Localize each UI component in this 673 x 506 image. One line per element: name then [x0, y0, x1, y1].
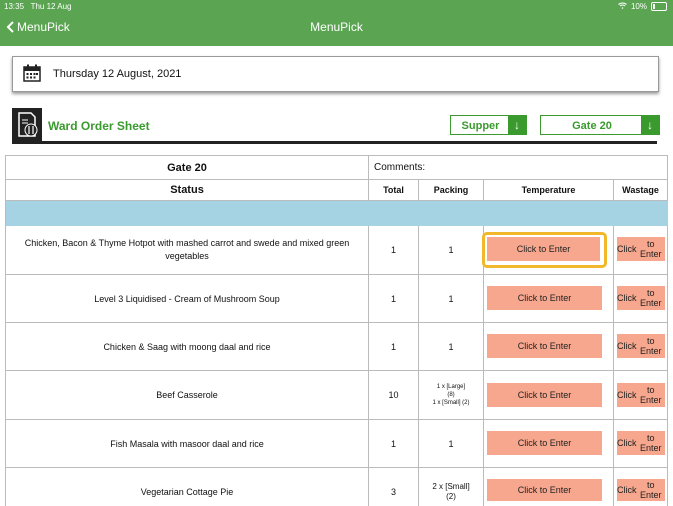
- page-title: MenuPick: [310, 20, 363, 34]
- temperature-button[interactable]: Click to Enter: [487, 383, 602, 407]
- table-row: Chicken, Bacon & Thyme Hotpot with mashe…: [5, 226, 668, 275]
- temperature-button[interactable]: Click to Enter: [487, 286, 602, 310]
- comments-label: Comments:: [369, 156, 668, 179]
- ward-value: Gate 20: [572, 120, 612, 132]
- wastage-button[interactable]: Click to Enter: [617, 431, 665, 455]
- sheet-title: Ward Order Sheet: [48, 119, 150, 133]
- table-row: Level 3 Liquidised - Cream of Mushroom S…: [5, 275, 668, 323]
- item-packing: 1: [419, 323, 484, 370]
- status-header: Status: [5, 180, 369, 200]
- date-selector[interactable]: Thursday 12 August, 2021: [12, 56, 659, 92]
- table-row: Fish Masala with masoor daal and rice 1 …: [5, 420, 668, 468]
- status-date: Thu 12 Aug: [30, 2, 72, 11]
- calendar-icon: [23, 64, 41, 82]
- category-band: [5, 201, 668, 226]
- meal-dropdown[interactable]: Supper ↓: [450, 115, 527, 135]
- top-bar: 13:35 Thu 12 Aug 10% MenuPick MenuPick: [0, 0, 673, 46]
- arrow-down-icon: ↓: [508, 116, 526, 134]
- header-divider: [12, 141, 657, 144]
- meal-value: Supper: [461, 120, 500, 132]
- sheet-header: Ward Order Sheet Supper ↓ Gate 20 ↓: [12, 108, 660, 144]
- item-name: Beef Casserole: [5, 371, 369, 419]
- ward-dropdown[interactable]: Gate 20 ↓: [540, 115, 660, 135]
- status-time: 13:35: [4, 2, 25, 11]
- temperature-button[interactable]: Click to Enter: [487, 237, 600, 261]
- wastage-button[interactable]: Click to Enter: [617, 286, 665, 310]
- wifi-icon: [618, 2, 627, 11]
- item-packing: 2 x [Small] (2): [419, 468, 484, 506]
- item-name: Vegetarian Cottage Pie: [5, 468, 369, 506]
- item-name: Chicken & Saag with moong daal and rice: [5, 323, 369, 370]
- wastage-header: Wastage: [614, 180, 668, 200]
- order-table: Gate 20 Comments: Status Total Packing T…: [5, 155, 668, 506]
- ward-header: Gate 20: [5, 156, 369, 179]
- total-header: Total: [369, 180, 419, 200]
- item-total: 10: [369, 371, 419, 419]
- item-total: 1: [369, 226, 419, 274]
- temperature-button[interactable]: Click to Enter: [487, 431, 602, 455]
- item-total: 1: [369, 323, 419, 370]
- temperature-button[interactable]: Click to Enter: [487, 479, 602, 501]
- temperature-header: Temperature: [484, 180, 614, 200]
- battery-icon: [651, 2, 667, 11]
- table-row: Beef Casserole 10 1 x [Large] (8) 1 x [S…: [5, 371, 668, 420]
- table-row: Chicken & Saag with moong daal and rice …: [5, 323, 668, 371]
- table-header-row-2: Status Total Packing Temperature Wastage: [5, 180, 668, 201]
- battery-percent: 10%: [630, 2, 647, 11]
- item-name: Chicken, Bacon & Thyme Hotpot with mashe…: [5, 226, 369, 274]
- status-bar: 13:35 Thu 12 Aug 10%: [0, 0, 673, 14]
- item-packing: 1: [419, 420, 484, 467]
- item-total: 3: [369, 468, 419, 506]
- table-header-row-1: Gate 20 Comments:: [5, 156, 668, 180]
- temperature-button[interactable]: Click to Enter: [487, 334, 602, 358]
- item-name: Level 3 Liquidised - Cream of Mushroom S…: [5, 275, 369, 322]
- item-name: Fish Masala with masoor daal and rice: [5, 420, 369, 467]
- item-total: 1: [369, 275, 419, 322]
- item-total: 1: [369, 420, 419, 467]
- wastage-button[interactable]: Click to Enter: [617, 479, 665, 501]
- wastage-button[interactable]: Click to Enter: [617, 334, 665, 358]
- order-sheet-icon: [12, 108, 42, 141]
- arrow-down-icon: ↓: [641, 116, 659, 134]
- date-text: Thursday 12 August, 2021: [53, 68, 182, 80]
- table-row: Vegetarian Cottage Pie 3 2 x [Small] (2)…: [5, 468, 668, 506]
- wastage-button[interactable]: Click to Enter: [617, 237, 665, 261]
- wastage-button[interactable]: Click to Enter: [617, 383, 665, 407]
- item-packing: 1 x [Large] (8) 1 x [Small] (2): [419, 371, 484, 419]
- item-packing: 1: [419, 275, 484, 322]
- packing-header: Packing: [419, 180, 484, 200]
- item-packing: 1: [419, 226, 484, 274]
